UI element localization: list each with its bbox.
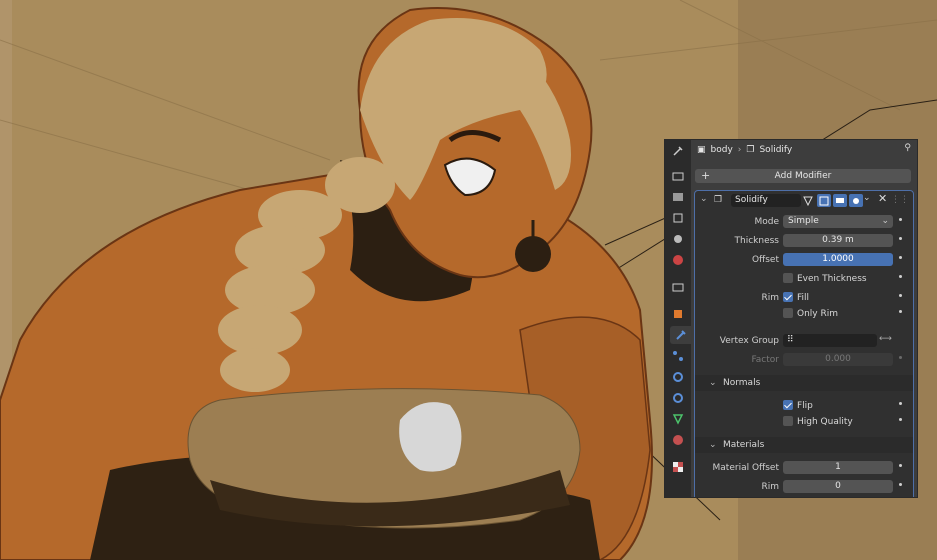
- particles-icon[interactable]: [668, 347, 688, 365]
- keyframe-dot[interactable]: [899, 418, 902, 421]
- material-offset-label: Material Offset: [712, 463, 779, 473]
- render-icon[interactable]: [668, 167, 688, 185]
- offset-field[interactable]: 1.0000: [783, 253, 893, 266]
- even-thickness-label: Even Thickness: [797, 274, 867, 284]
- add-modifier-label: Add Modifier: [774, 171, 832, 181]
- solidify-icon: ❐: [714, 195, 723, 205]
- factor-field[interactable]: 0.000: [783, 353, 893, 366]
- output-icon[interactable]: [668, 188, 688, 206]
- texture-icon[interactable]: [668, 458, 688, 476]
- modifier-wrench-icon: ❐: [746, 145, 755, 155]
- keyframe-dot[interactable]: [899, 275, 902, 278]
- modifier-name-field[interactable]: Solidify: [731, 194, 801, 207]
- properties-panel: ▣ body › ❐ Solidify ⚲ + Add Modifier ⌄ ❐…: [664, 139, 918, 498]
- even-thickness-checkbox[interactable]: [783, 273, 793, 283]
- material-rim-label: Rim: [761, 482, 779, 492]
- vertex-group-field[interactable]: ⠿: [783, 334, 877, 347]
- physics-icon[interactable]: [668, 368, 688, 386]
- data-icon[interactable]: [668, 410, 688, 428]
- mode-value: Simple: [788, 216, 819, 226]
- object-data-icon: ▣: [697, 145, 706, 155]
- thickness-label: Thickness: [734, 236, 779, 246]
- invert-arrows-icon[interactable]: ⟷: [879, 334, 892, 344]
- rim-label: Rim: [761, 293, 779, 303]
- mode-label: Mode: [754, 217, 779, 227]
- normals-section-label: Normals: [723, 378, 761, 388]
- edit-mode-toggle[interactable]: [817, 194, 831, 207]
- object-icon[interactable]: [668, 305, 688, 323]
- add-modifier-button[interactable]: + Add Modifier: [695, 169, 911, 183]
- properties-tab-bar: [665, 140, 691, 497]
- render-toggle[interactable]: [849, 194, 863, 207]
- constraints-icon[interactable]: [668, 389, 688, 407]
- collapse-chevron-icon[interactable]: ⌄: [700, 194, 708, 204]
- offset-label: Offset: [751, 255, 779, 265]
- flip-checkbox[interactable]: [783, 400, 793, 410]
- keyframe-dot[interactable]: [899, 464, 902, 467]
- normals-subpanel-header[interactable]: ⌄ Normals: [695, 375, 913, 391]
- material-rim-field[interactable]: 0: [783, 480, 893, 493]
- breadcrumb: ▣ body › ❐ Solidify: [697, 142, 792, 158]
- only-rim-checkbox[interactable]: [783, 308, 793, 318]
- view-layer-icon[interactable]: [668, 209, 688, 227]
- keyframe-dot[interactable]: [899, 256, 902, 259]
- keyframe-dot[interactable]: [899, 356, 902, 359]
- materials-section-label: Materials: [723, 440, 765, 450]
- fill-label: Fill: [797, 293, 810, 303]
- modifier-header: ⌄ ❐ Solidify ⌄ ✕ ⋮⋮: [695, 192, 913, 209]
- high-quality-label: High Quality: [797, 417, 853, 427]
- breadcrumb-separator-icon: ›: [737, 145, 742, 155]
- keyframe-dot[interactable]: [899, 402, 902, 405]
- keyframe-dot[interactable]: [899, 294, 902, 297]
- chevron-down-icon: ⌄: [881, 216, 889, 226]
- fill-checkbox[interactable]: [783, 292, 793, 302]
- flip-label: Flip: [797, 401, 813, 411]
- breadcrumb-object[interactable]: body: [711, 145, 733, 155]
- collection-icon[interactable]: [668, 278, 688, 296]
- keyframe-dot[interactable]: [899, 483, 902, 486]
- high-quality-checkbox[interactable]: [783, 416, 793, 426]
- pin-icon[interactable]: ⚲: [904, 143, 911, 153]
- on-cage-toggle[interactable]: [801, 194, 815, 207]
- chevron-down-icon: ⌄: [709, 378, 717, 388]
- keyframe-dot[interactable]: [899, 310, 902, 313]
- thickness-field[interactable]: 0.39 m: [783, 234, 893, 247]
- scene-icon[interactable]: [668, 230, 688, 248]
- close-icon[interactable]: ✕: [878, 192, 887, 205]
- chevron-down-icon: ⌄: [709, 440, 717, 450]
- keyframe-dot[interactable]: [899, 237, 902, 240]
- only-rim-label: Only Rim: [797, 309, 838, 319]
- material-offset-field[interactable]: 1: [783, 461, 893, 474]
- factor-label: Factor: [751, 355, 779, 365]
- mode-select[interactable]: Simple ⌄: [783, 215, 893, 228]
- properties-content: ▣ body › ❐ Solidify ⚲ + Add Modifier ⌄ ❐…: [691, 140, 917, 497]
- dropdown-chevron-icon[interactable]: ⌄: [863, 193, 871, 203]
- solidify-modifier-panel: ⌄ ❐ Solidify ⌄ ✕ ⋮⋮ Mode Simple ⌄ Thickn…: [694, 190, 914, 497]
- breadcrumb-modifier[interactable]: Solidify: [759, 145, 792, 155]
- vertex-group-icon: ⠿: [787, 335, 794, 345]
- modifier-icon[interactable]: [670, 326, 691, 344]
- drag-handle-icon[interactable]: ⋮⋮: [891, 195, 909, 205]
- vertex-group-label: Vertex Group: [719, 336, 779, 346]
- keyframe-dot[interactable]: [899, 218, 902, 221]
- tool-icon[interactable]: [668, 142, 688, 160]
- world-icon[interactable]: [668, 251, 688, 269]
- viewport-toggle[interactable]: [833, 194, 847, 207]
- plus-icon: +: [701, 169, 711, 182]
- material-icon[interactable]: [668, 431, 688, 449]
- materials-subpanel-header[interactable]: ⌄ Materials: [695, 437, 913, 453]
